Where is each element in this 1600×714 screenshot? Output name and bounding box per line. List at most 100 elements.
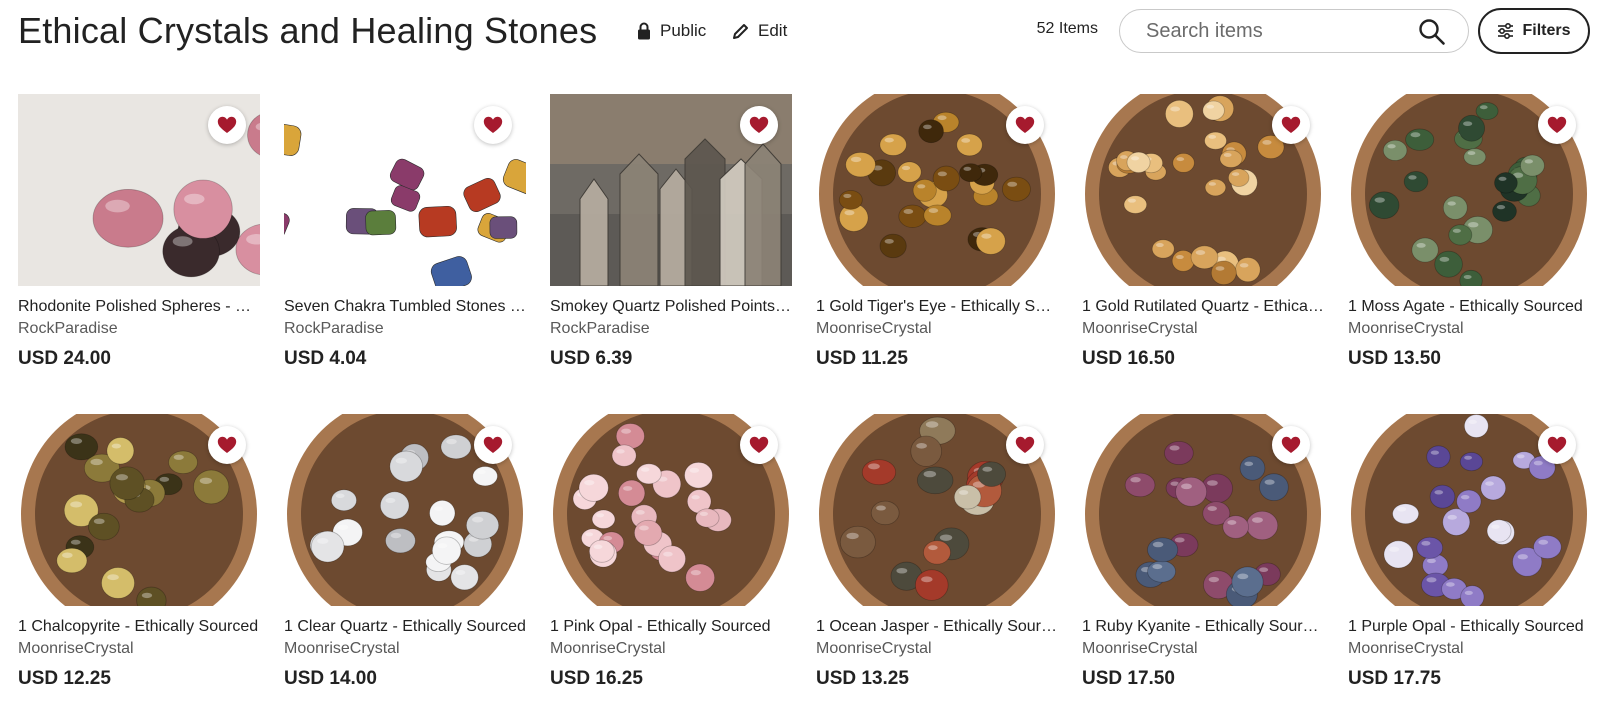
shop-name[interactable]: MoonriseCrystal [1082, 320, 1324, 338]
listing-card[interactable]: 1 Gold Tiger's Eye - Ethically Sourced M… [816, 94, 1058, 394]
search-box [1119, 9, 1469, 53]
listing-title[interactable]: Rhodonite Polished Spheres - Ethically S… [18, 298, 260, 316]
shop-name[interactable]: MoonriseCrystal [816, 640, 1058, 658]
listing-card[interactable]: 1 Moss Agate - Ethically Sourced Moonris… [1348, 94, 1590, 394]
favorite-button[interactable] [1272, 106, 1310, 144]
shop-name[interactable]: MoonriseCrystal [816, 320, 1058, 338]
favorite-button[interactable] [1006, 106, 1044, 144]
listing-price: USD 11.25 [816, 348, 908, 369]
listing-image[interactable] [816, 94, 1058, 286]
heart-icon [483, 436, 503, 453]
shop-name[interactable]: MoonriseCrystal [1348, 320, 1590, 338]
page-title: Ethical Crystals and Healing Stones [18, 10, 598, 51]
listing-card[interactable]: 1 Clear Quartz - Ethically Sourced Moonr… [284, 414, 526, 714]
heart-icon [1281, 116, 1301, 133]
listing-image[interactable] [284, 94, 526, 286]
listing-title[interactable]: Seven Chakra Tumbled Stones - Ethically … [284, 298, 526, 316]
shop-name[interactable]: MoonriseCrystal [18, 640, 260, 658]
listing-card[interactable]: 1 Ocean Jasper - Ethically Sourced Moonr… [816, 414, 1058, 714]
listing-title[interactable]: 1 Purple Opal - Ethically Sourced [1348, 618, 1590, 636]
shop-name[interactable]: MoonriseCrystal [1348, 640, 1590, 658]
listing-image[interactable] [550, 414, 792, 606]
listing-price: USD 17.75 [1348, 668, 1441, 689]
filters-label: Filters [1522, 22, 1571, 39]
shop-name[interactable]: RockParadise [284, 320, 526, 338]
favorite-button[interactable] [740, 426, 778, 464]
heart-icon [1015, 436, 1035, 453]
heart-icon [1281, 436, 1301, 453]
search-icon[interactable] [1418, 18, 1446, 46]
listing-price: USD 12.25 [18, 668, 111, 689]
collection-header: Ethical Crystals and Healing Stones Publ… [0, 0, 1600, 62]
listing-title[interactable]: 1 Moss Agate - Ethically Sourced [1348, 298, 1590, 316]
item-count: 52 Items [1036, 20, 1098, 37]
heart-icon [217, 116, 237, 133]
listing-title[interactable]: Smokey Quartz Polished Points - Ethicall… [550, 298, 792, 316]
pencil-icon [733, 23, 748, 39]
public-label: Public [660, 21, 707, 40]
listing-price: USD 4.04 [284, 348, 367, 369]
heart-icon [1547, 436, 1567, 453]
shop-name[interactable]: MoonriseCrystal [1082, 640, 1324, 658]
search-input[interactable] [1144, 18, 1418, 44]
listing-image[interactable] [1082, 94, 1324, 286]
listing-image[interactable] [18, 94, 260, 286]
favorite-button[interactable] [474, 426, 512, 464]
listing-card[interactable]: Smokey Quartz Polished Points - Ethicall… [550, 94, 792, 394]
listing-title[interactable]: 1 Ruby Kyanite - Ethically Sourced [1082, 618, 1324, 636]
shop-name[interactable]: RockParadise [18, 320, 260, 338]
shop-name[interactable]: MoonriseCrystal [284, 640, 526, 658]
favorite-button[interactable] [1538, 426, 1576, 464]
edit-button[interactable]: Edit [732, 18, 787, 44]
heart-icon [749, 436, 769, 453]
listing-price: USD 14.00 [284, 668, 377, 689]
sliders-icon [1498, 23, 1514, 39]
listing-title[interactable]: 1 Gold Rutilated Quartz - Ethically Sour… [1082, 298, 1324, 316]
listing-image[interactable] [1348, 94, 1590, 286]
lock-icon [638, 22, 650, 40]
listing-card[interactable]: 1 Pink Opal - Ethically Sourced Moonrise… [550, 414, 792, 714]
listing-price: USD 16.50 [1082, 348, 1175, 369]
listing-price: USD 13.50 [1348, 348, 1441, 369]
listing-image[interactable] [1082, 414, 1324, 606]
heart-icon [1547, 116, 1567, 133]
listing-image[interactable] [1348, 414, 1590, 606]
listing-card[interactable]: Seven Chakra Tumbled Stones - Ethically … [284, 94, 526, 394]
filters-button[interactable]: Filters [1478, 8, 1590, 54]
listing-price: USD 16.25 [550, 668, 643, 689]
listing-card[interactable]: 1 Chalcopyrite - Ethically Sourced Moonr… [18, 414, 260, 714]
favorite-button[interactable] [1272, 426, 1310, 464]
listing-price: USD 24.00 [18, 348, 111, 369]
favorite-button[interactable] [474, 106, 512, 144]
heart-icon [217, 436, 237, 453]
listing-card[interactable]: 1 Purple Opal - Ethically Sourced Moonri… [1348, 414, 1590, 714]
listing-image[interactable] [284, 414, 526, 606]
favorite-button[interactable] [740, 106, 778, 144]
heart-icon [1015, 116, 1035, 133]
public-button[interactable]: Public [637, 18, 706, 44]
listing-grid: Rhodonite Polished Spheres - Ethically S… [18, 94, 1590, 714]
listing-title[interactable]: 1 Pink Opal - Ethically Sourced [550, 618, 792, 636]
listing-card[interactable]: 1 Gold Rutilated Quartz - Ethically Sour… [1082, 94, 1324, 394]
shop-name[interactable]: MoonriseCrystal [550, 640, 792, 658]
edit-label: Edit [758, 21, 788, 40]
listing-price: USD 6.39 [550, 348, 633, 369]
shop-name[interactable]: RockParadise [550, 320, 792, 338]
heart-icon [749, 116, 769, 133]
listing-card[interactable]: 1 Ruby Kyanite - Ethically Sourced Moonr… [1082, 414, 1324, 714]
listing-title[interactable]: 1 Chalcopyrite - Ethically Sourced [18, 618, 260, 636]
listing-price: USD 13.25 [816, 668, 909, 689]
listing-price: USD 17.50 [1082, 668, 1175, 689]
favorite-button[interactable] [1006, 426, 1044, 464]
listing-title[interactable]: 1 Gold Tiger's Eye - Ethically Sourced [816, 298, 1058, 316]
listing-image[interactable] [18, 414, 260, 606]
favorite-button[interactable] [208, 106, 246, 144]
listing-image[interactable] [550, 94, 792, 286]
heart-icon [483, 116, 503, 133]
favorite-button[interactable] [1538, 106, 1576, 144]
listing-image[interactable] [816, 414, 1058, 606]
listing-card[interactable]: Rhodonite Polished Spheres - Ethically S… [18, 94, 260, 394]
listing-title[interactable]: 1 Ocean Jasper - Ethically Sourced [816, 618, 1058, 636]
favorite-button[interactable] [208, 426, 246, 464]
listing-title[interactable]: 1 Clear Quartz - Ethically Sourced [284, 618, 526, 636]
